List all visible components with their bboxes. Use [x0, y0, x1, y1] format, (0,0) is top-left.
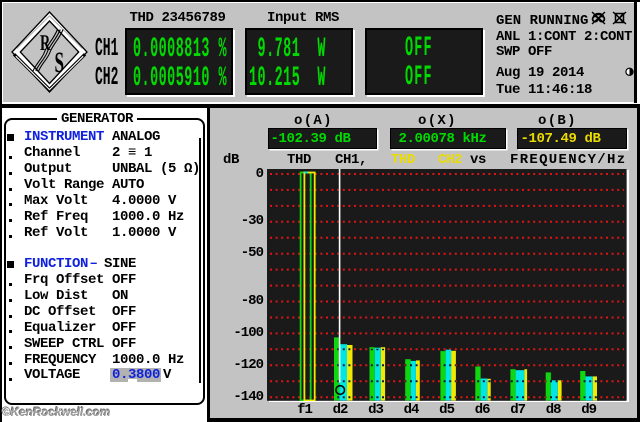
svg-text:R: R [40, 30, 51, 55]
svg-text:S: S [55, 47, 65, 79]
